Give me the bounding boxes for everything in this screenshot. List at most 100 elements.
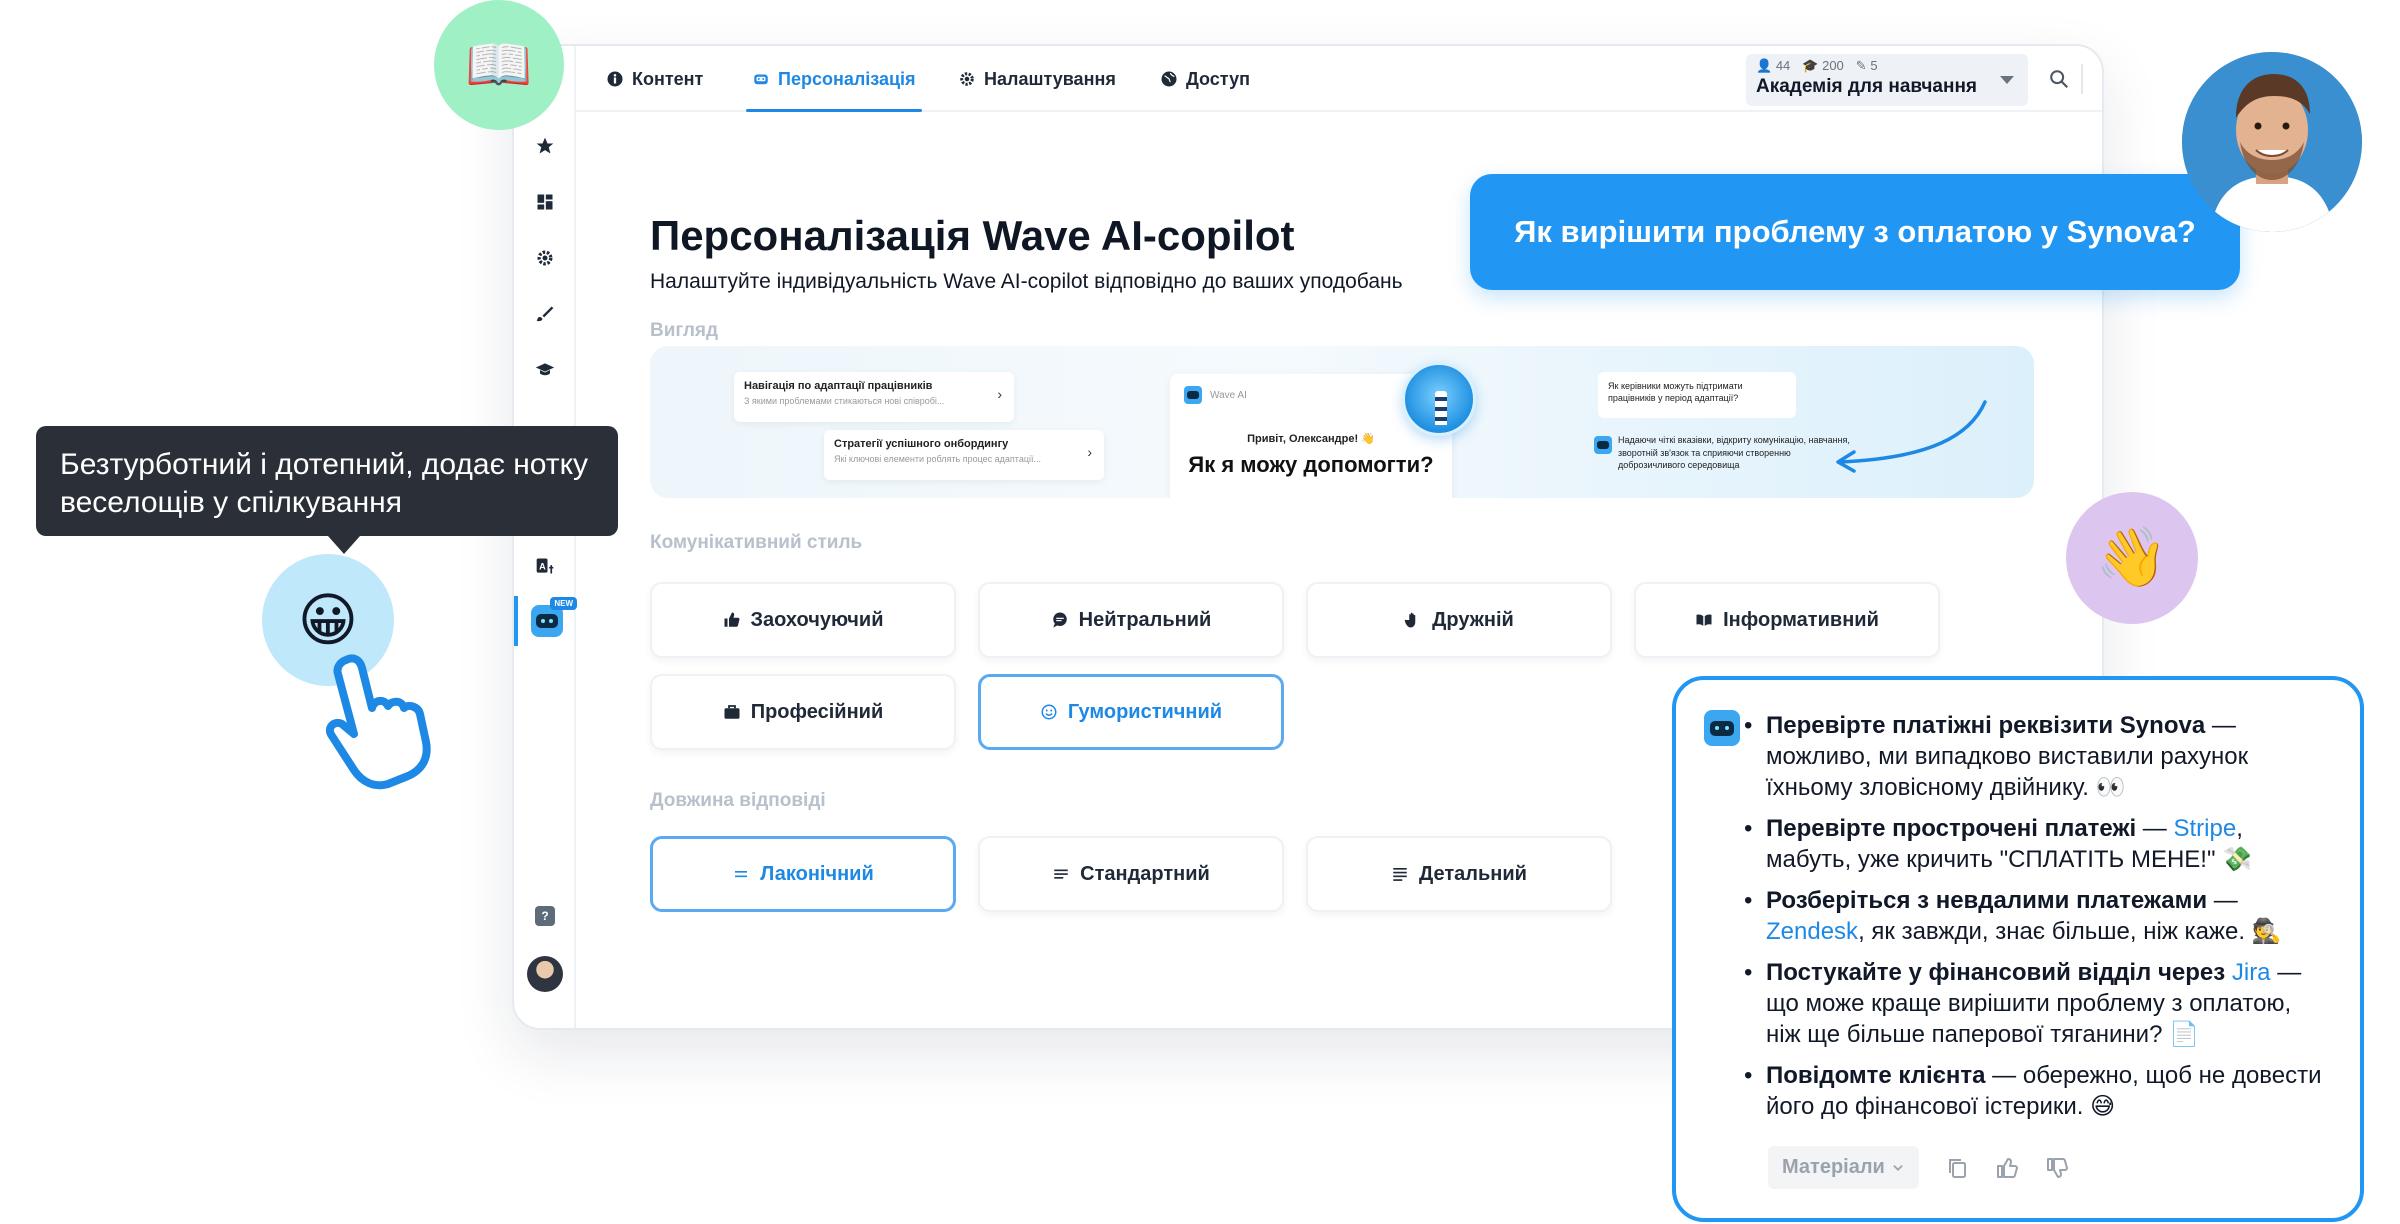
copy-icon[interactable] bbox=[1945, 1156, 1969, 1180]
answer-actions: Матеріали bbox=[1768, 1146, 2069, 1189]
style-option-informative[interactable]: Інформативний bbox=[1634, 582, 1940, 658]
stage: A NEW ? Контент Персоналізація Налаштува… bbox=[0, 0, 2400, 1224]
tab-personalization[interactable]: Персоналізація bbox=[746, 46, 922, 112]
chevron-right-icon: › bbox=[997, 386, 1002, 402]
length-option-concise[interactable]: Лаконічний bbox=[650, 836, 956, 912]
thumbs-down-icon[interactable] bbox=[2045, 1156, 2069, 1180]
sidebar-item-design[interactable] bbox=[514, 292, 576, 336]
bot-icon bbox=[754, 74, 768, 85]
length-option-standard[interactable]: Стандартний bbox=[978, 836, 1284, 912]
top-navigation: Контент Персоналізація Налаштування Дост… bbox=[576, 46, 2102, 112]
bot-icon: NEW bbox=[531, 597, 577, 637]
academy-stats: 👤 44 🎓 200 ✎ 5 bbox=[1756, 58, 2018, 74]
list-item: Перевірте прострочені платежі — Stripe, … bbox=[1744, 813, 2326, 875]
user-question-bubble: Як вирішити проблему з оплатою у Synova? bbox=[1470, 174, 2240, 290]
list-item: Перевірте платіжні реквізити Synova — мо… bbox=[1744, 710, 2326, 803]
lines-icon bbox=[1054, 869, 1068, 879]
wave-hand-icon bbox=[1404, 612, 1416, 628]
star-icon bbox=[536, 137, 554, 154]
style-option-encouraging[interactable]: Заохочуючий bbox=[650, 582, 956, 658]
tab-label: Контент bbox=[632, 68, 704, 89]
lighthouse-avatar-icon bbox=[1402, 362, 1476, 436]
brush-icon bbox=[536, 306, 554, 322]
sidebar-item-ai-copilot[interactable]: NEW bbox=[514, 596, 577, 646]
editors-count: ✎ 5 bbox=[1855, 58, 1878, 73]
tab-settings[interactable]: Налаштування bbox=[958, 46, 1116, 112]
sidebar-item-help[interactable]: ? bbox=[514, 894, 576, 938]
many-lines-icon bbox=[1393, 868, 1407, 881]
chevron-down-icon bbox=[2000, 76, 2014, 84]
divider bbox=[2081, 64, 2083, 94]
section-label-view: Вигляд bbox=[650, 320, 719, 341]
arrow-icon bbox=[1836, 400, 1987, 473]
preview-suggestion-card: Стратегії успішного онбордингу Які ключо… bbox=[824, 430, 1104, 480]
user-photo-avatar bbox=[2182, 52, 2362, 232]
page-subtitle: Налаштуйте індивідуальність Wave AI-copi… bbox=[650, 270, 1403, 293]
bot-icon bbox=[1184, 386, 1202, 404]
bot-icon bbox=[1704, 710, 1740, 746]
svg-text:A: A bbox=[539, 561, 546, 571]
book-emoji-bubble: 📖 bbox=[434, 0, 564, 130]
list-item: Повідомте клієнта — обережно, щоб не дов… bbox=[1744, 1060, 2326, 1122]
tab-content[interactable]: Контент bbox=[606, 46, 703, 112]
sidebar-item-favorites[interactable] bbox=[514, 124, 576, 168]
user-avatar bbox=[527, 956, 563, 992]
preview-user-question: Як керівники можуть підтримати працівник… bbox=[1598, 372, 1796, 418]
list-item: Розберіться з невдалими платежами — Zend… bbox=[1744, 885, 2326, 947]
section-label-style: Комунікативний стиль bbox=[650, 532, 863, 553]
section-label-length: Довжина відповіді bbox=[650, 790, 826, 811]
dashboard-icon bbox=[537, 194, 553, 210]
grinning-face-icon: 😀 bbox=[297, 588, 359, 653]
style-option-professional[interactable]: Професійний bbox=[650, 674, 956, 750]
sidebar-item-courses[interactable] bbox=[514, 348, 576, 392]
list-item: Постукайте у фінансовий відділ через Jir… bbox=[1744, 957, 2326, 1050]
tab-label: Налаштування bbox=[984, 68, 1116, 89]
stripe-link[interactable]: Stripe bbox=[2173, 815, 2236, 842]
users-count: 👤 44 bbox=[1756, 58, 1791, 73]
materials-dropdown[interactable]: Матеріали bbox=[1768, 1146, 1919, 1189]
answer-list: Перевірте платіжні реквізити Synova — мо… bbox=[1744, 710, 2326, 1132]
sidebar-item-dashboard[interactable] bbox=[514, 180, 576, 224]
tab-label: Доступ bbox=[1186, 68, 1250, 89]
academy-selector[interactable]: 👤 44 🎓 200 ✎ 5 Академія для навчання bbox=[1746, 54, 2028, 106]
waving-hand-icon: 👋 bbox=[2095, 525, 2169, 590]
academy-name: Академія для навчання bbox=[1756, 76, 1978, 97]
appearance-preview[interactable]: Навігація по адаптації працівників З яки… bbox=[650, 346, 2034, 498]
style-option-humorous[interactable]: Гумористичний bbox=[978, 674, 1284, 750]
gear-icon bbox=[537, 250, 553, 266]
graduation-cap-icon bbox=[535, 363, 555, 376]
wave-emoji-bubble: 👋 bbox=[2066, 492, 2198, 624]
thumbs-up-icon bbox=[724, 612, 740, 627]
preview-suggestion-card: Навігація по адаптації працівників З яки… bbox=[734, 372, 1014, 422]
chevron-down-icon bbox=[1893, 1164, 1903, 1171]
translate-icon: A bbox=[536, 558, 554, 574]
sidebar: A NEW ? bbox=[514, 46, 577, 1028]
chat-icon bbox=[1052, 612, 1067, 628]
thumbs-up-icon[interactable] bbox=[1995, 1156, 2019, 1180]
help-icon: ? bbox=[535, 906, 555, 926]
short-lines-icon bbox=[735, 871, 748, 878]
tab-label: Персоналізація bbox=[778, 68, 916, 89]
length-option-detailed[interactable]: Детальний bbox=[1306, 836, 1612, 912]
smile-icon bbox=[1041, 704, 1057, 720]
chevron-right-icon: › bbox=[1087, 444, 1092, 460]
search-icon[interactable] bbox=[2048, 68, 2070, 90]
briefcase-icon bbox=[724, 705, 740, 719]
globe-icon bbox=[1161, 71, 1177, 87]
sidebar-item-settings[interactable] bbox=[514, 236, 576, 280]
sidebar-item-profile[interactable] bbox=[514, 952, 576, 996]
style-option-friendly[interactable]: Дружній bbox=[1306, 582, 1612, 658]
gear-icon bbox=[960, 72, 974, 86]
courses-count: 🎓 200 bbox=[1802, 58, 1844, 73]
pointer-hand-icon bbox=[325, 654, 431, 790]
info-icon bbox=[607, 71, 623, 87]
ai-answer-card: Перевірте платіжні реквізити Synova — мо… bbox=[1672, 676, 2364, 1222]
jira-link[interactable]: Jira bbox=[2232, 959, 2271, 986]
sidebar-item-translate[interactable]: A bbox=[514, 544, 576, 588]
bot-icon bbox=[1594, 436, 1612, 454]
preview-bot-answer: Надаючи чіткі вказівки, відкриту комунік… bbox=[1594, 434, 1854, 472]
tab-access[interactable]: Доступ bbox=[1160, 46, 1250, 112]
book-icon bbox=[1696, 614, 1712, 626]
style-option-neutral[interactable]: Нейтральний bbox=[978, 582, 1284, 658]
zendesk-link[interactable]: Zendesk bbox=[1766, 918, 1858, 945]
